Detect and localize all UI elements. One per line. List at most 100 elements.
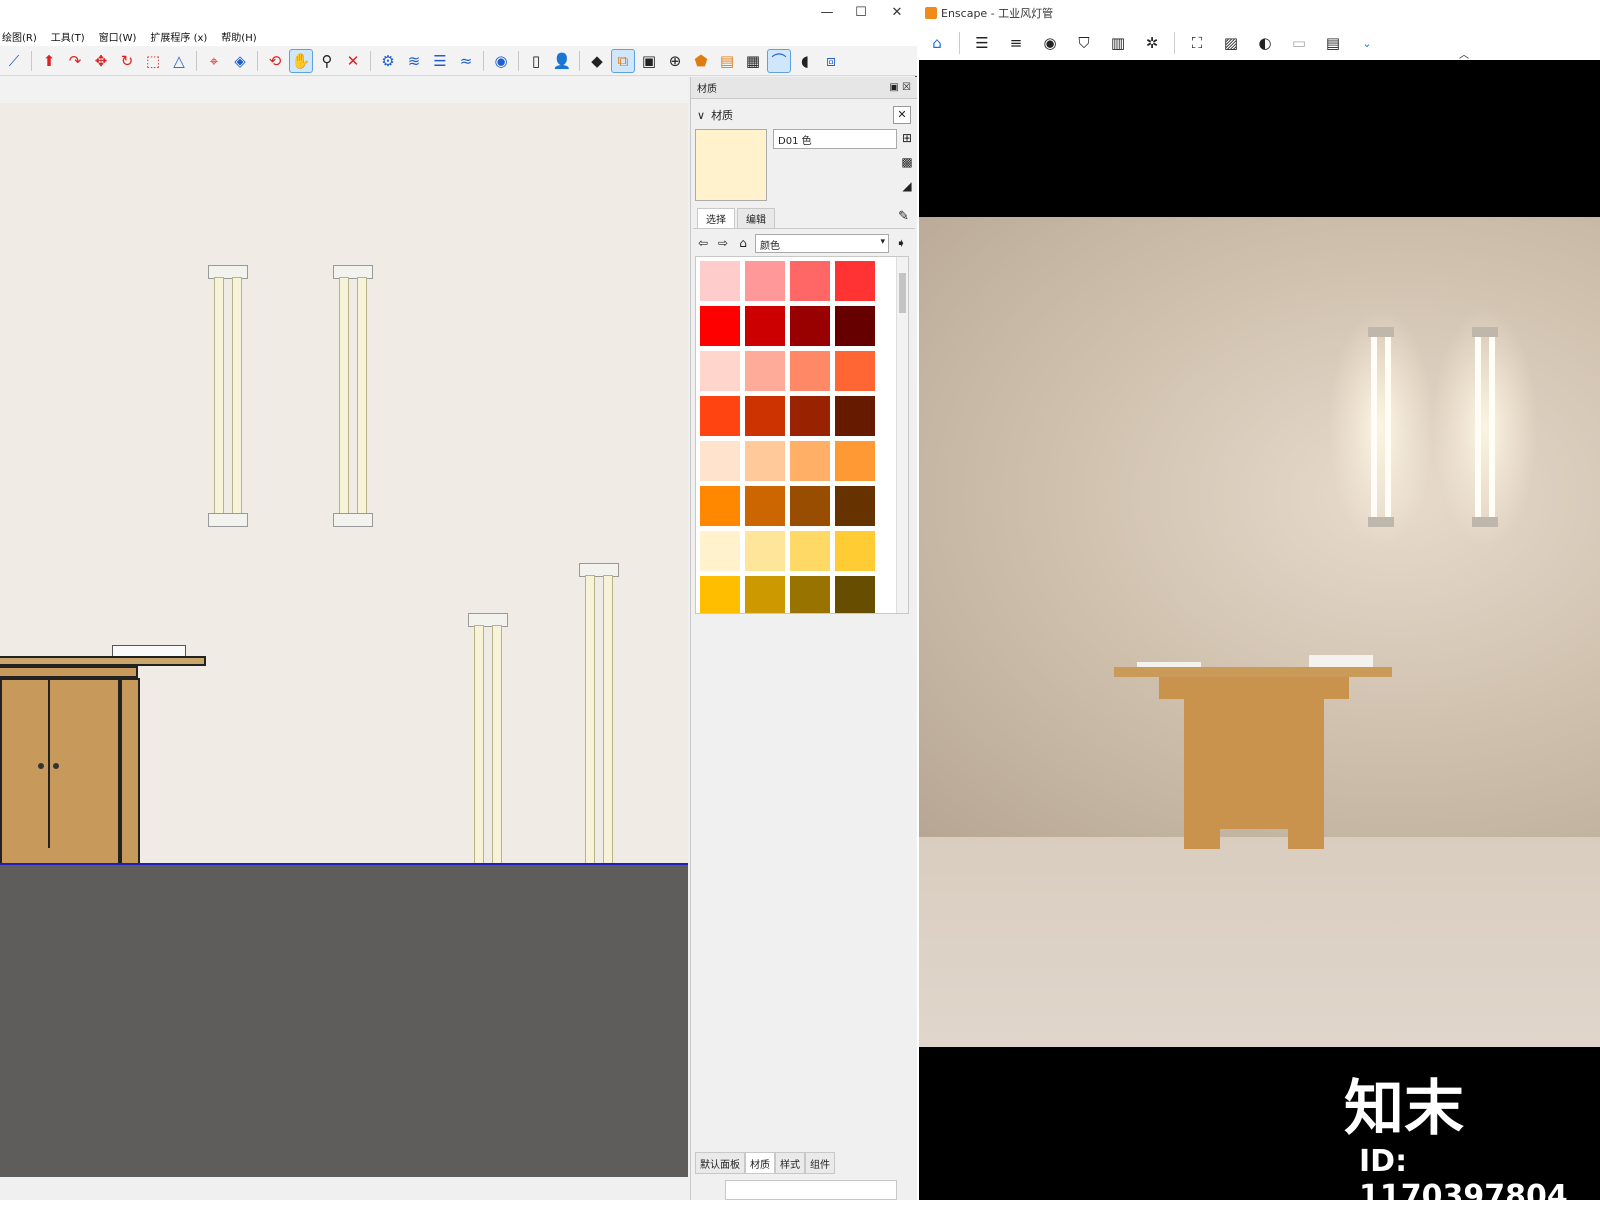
menu-help[interactable]: 帮助(H) <box>221 29 256 44</box>
asset-icon[interactable]: ◐ <box>1253 31 1277 55</box>
zoom-extents-icon[interactable]: ✕ <box>341 49 365 73</box>
color-swatch[interactable] <box>790 486 830 526</box>
color-swatch[interactable] <box>790 261 830 301</box>
tape-measure-icon[interactable]: ⌖ <box>202 49 226 73</box>
library-select[interactable]: 颜色 <box>755 233 889 253</box>
push-pull-icon[interactable]: ⬆ <box>37 49 61 73</box>
collapse-toolbar-icon[interactable]: ︿ <box>1459 46 1469 61</box>
color-swatch[interactable] <box>790 441 830 481</box>
color-swatch[interactable] <box>700 441 740 481</box>
color-swatch[interactable] <box>700 351 740 391</box>
color-swatch[interactable] <box>745 396 785 436</box>
details-arrow-icon[interactable]: ➧ <box>893 236 909 250</box>
color-swatch[interactable] <box>835 306 875 346</box>
paint-bucket-icon[interactable]: ◈ <box>228 49 252 73</box>
menu-draw[interactable]: 绘图(R) <box>2 29 37 44</box>
menu-extensions[interactable]: 扩展程序 (x) <box>150 29 207 44</box>
color-swatch[interactable] <box>700 261 740 301</box>
outliner-icon[interactable]: ⧉ <box>611 48 635 73</box>
scenes-icon[interactable]: ▣ <box>637 49 661 73</box>
maximize-button[interactable]: ☐ <box>846 3 876 23</box>
tab-edit[interactable]: 编辑 <box>737 208 775 228</box>
tab-default-tray[interactable]: 默认面板 <box>695 1152 745 1174</box>
color-swatch[interactable] <box>745 486 785 526</box>
create-material-icon[interactable]: ⊞ <box>899 131 915 147</box>
soften-edges-icon[interactable]: ⌒ <box>767 48 791 73</box>
orbit-icon[interactable]: ⟲ <box>263 49 287 73</box>
close-button[interactable]: ✕ <box>882 3 912 23</box>
color-swatch[interactable] <box>835 531 875 571</box>
screenshot-icon[interactable]: ⛶ <box>1185 31 1209 55</box>
view-icon[interactable]: ◉ <box>1038 31 1062 55</box>
color-swatch[interactable] <box>835 261 875 301</box>
color-swatch[interactable] <box>835 576 875 613</box>
tab-materials[interactable]: 材质 <box>745 1152 775 1174</box>
color-swatch[interactable] <box>790 396 830 436</box>
offset-icon[interactable]: △ <box>167 49 191 73</box>
follow-me-icon[interactable]: ↷ <box>63 49 87 73</box>
render-view[interactable] <box>919 217 1600 1047</box>
model-viewport[interactable] <box>0 103 688 1177</box>
layers-icon[interactable]: ☰ <box>428 49 452 73</box>
color-swatch[interactable] <box>790 531 830 571</box>
sandbox-icon[interactable]: ≋ <box>402 49 426 73</box>
notes-icon[interactable]: ☰ <box>970 31 994 55</box>
zoom-icon[interactable]: ⚲ <box>315 49 339 73</box>
tray-pin-icon[interactable]: ▣ ☒ <box>889 82 911 93</box>
smoove-icon[interactable]: ≈ <box>454 49 478 73</box>
tab-components[interactable]: 组件 <box>805 1152 835 1174</box>
color-swatch[interactable] <box>835 396 875 436</box>
chart-icon[interactable]: ▤ <box>715 49 739 73</box>
color-swatch[interactable] <box>745 306 785 346</box>
chevron-down-icon[interactable]: ⌄ <box>1355 31 1379 55</box>
collapse-chevron-icon[interactable]: ∨ <box>697 109 705 122</box>
warehouse-icon[interactable]: ⚙ <box>376 49 400 73</box>
menu-tools[interactable]: 工具(T) <box>51 29 85 44</box>
color-swatch[interactable] <box>835 351 875 391</box>
user-icon[interactable]: 👤 <box>550 49 574 73</box>
color-swatch[interactable] <box>835 486 875 526</box>
tab-select[interactable]: 选择 <box>697 208 735 228</box>
account-icon[interactable]: ◉ <box>489 49 513 73</box>
pan-icon[interactable]: ✋ <box>289 48 313 73</box>
color-swatch[interactable] <box>700 531 740 571</box>
rotate-icon[interactable]: ↻ <box>115 49 139 73</box>
scale-icon[interactable]: ⬚ <box>141 49 165 73</box>
add-icon[interactable]: ⊕ <box>663 49 687 73</box>
export-exe-icon[interactable]: ▤ <box>1321 31 1345 55</box>
color-swatch[interactable] <box>745 261 785 301</box>
settings-icon[interactable]: ✲ <box>1140 31 1164 55</box>
move-icon[interactable]: ✥ <box>89 49 113 73</box>
home-icon[interactable]: ⌂ <box>925 31 949 55</box>
minimize-button[interactable]: — <box>812 3 842 23</box>
checker-icon[interactable]: ▦ <box>741 49 765 73</box>
color-swatch[interactable] <box>835 441 875 481</box>
sample-icon[interactable]: ◢ <box>899 179 915 195</box>
home-icon[interactable]: ⌂ <box>735 236 751 250</box>
material-preview-swatch[interactable] <box>695 129 767 201</box>
trace-icon[interactable]: ◖ <box>793 49 817 73</box>
close-section-icon[interactable]: ✕ <box>893 106 911 124</box>
new-file-icon[interactable]: ▯ <box>524 49 548 73</box>
tab-styles[interactable]: 样式 <box>775 1152 805 1174</box>
materials-icon[interactable]: ◆ <box>585 49 609 73</box>
bim-icon[interactable]: ≡ <box>1004 31 1028 55</box>
shield-icon[interactable]: ⛉ <box>1072 31 1096 55</box>
forward-arrow-icon[interactable]: ⇨ <box>715 236 731 250</box>
measurements-box[interactable] <box>725 1180 897 1200</box>
paint-default-icon[interactable]: ▩ <box>899 155 915 171</box>
menu-window[interactable]: 窗口(W) <box>99 29 137 44</box>
color-swatch[interactable] <box>700 396 740 436</box>
color-swatch[interactable] <box>790 306 830 346</box>
color-swatch[interactable] <box>790 351 830 391</box>
color-swatch[interactable] <box>700 306 740 346</box>
color-swatch[interactable] <box>745 576 785 613</box>
back-arrow-icon[interactable]: ⇦ <box>695 236 711 250</box>
vr-headset-icon[interactable]: ▭ <box>1287 31 1311 55</box>
image-icon[interactable]: ▨ <box>1219 31 1243 55</box>
building-icon[interactable]: ▥ <box>1106 31 1130 55</box>
material-section-header[interactable]: ∨ 材质 ✕ <box>693 103 915 127</box>
styles-icon[interactable]: ⬟ <box>689 49 713 73</box>
color-swatch[interactable] <box>745 441 785 481</box>
color-swatch[interactable] <box>700 576 740 613</box>
